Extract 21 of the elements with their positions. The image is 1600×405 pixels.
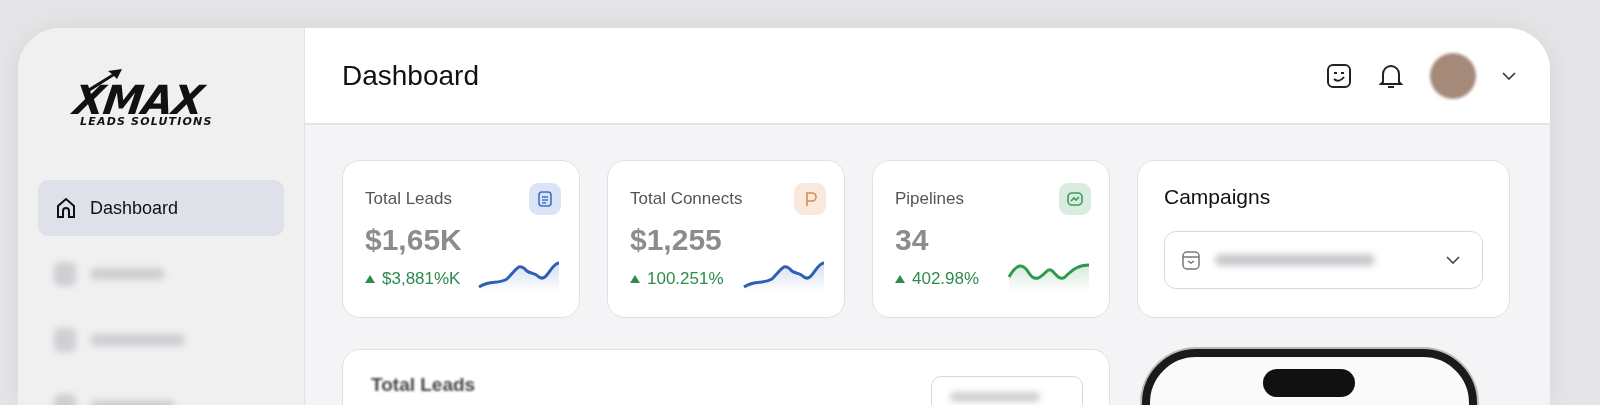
card-title: Total Connects — [630, 189, 743, 209]
card-title: Campaigns — [1164, 185, 1272, 209]
trend-change: 100.251% — [630, 269, 724, 293]
card-title: Pipelines — [895, 189, 964, 209]
card-icon — [536, 190, 554, 208]
card-value: $1,65K — [365, 223, 463, 257]
card-icon — [1066, 190, 1084, 208]
chevron-down-icon[interactable] — [1502, 71, 1516, 80]
smiley-message-icon[interactable] — [1326, 62, 1352, 89]
home-icon — [54, 196, 78, 220]
page-title: Dashboard — [342, 59, 480, 92]
trend-change: 402.98% — [895, 269, 980, 293]
chevron-down-icon — [1446, 256, 1460, 264]
calendar-icon — [1181, 249, 1201, 271]
card-value: $1,255 — [630, 223, 723, 257]
avatar[interactable] — [1430, 52, 1476, 99]
card-value: 34 — [895, 223, 930, 257]
sidebar-item[interactable]: Dashboard — [38, 180, 284, 236]
card-title: Total Leads — [365, 189, 452, 209]
panel-title: Total Leads — [371, 374, 476, 396]
trend-change: $3,881%K — [365, 269, 461, 293]
